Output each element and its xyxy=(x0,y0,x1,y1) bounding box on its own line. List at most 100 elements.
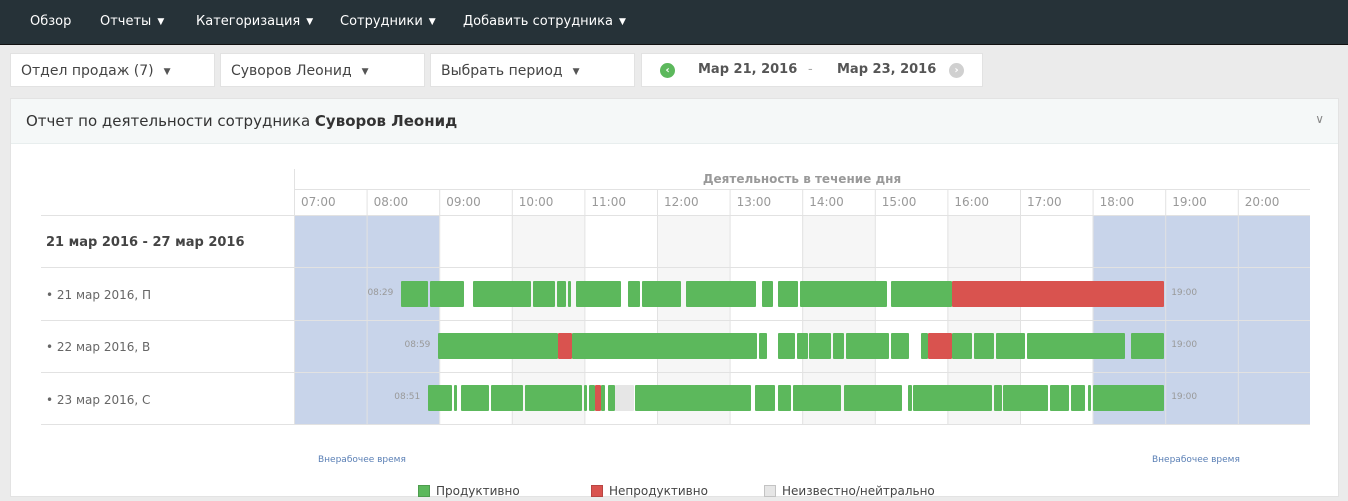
legend-swatch xyxy=(591,485,603,497)
unproductive-segment[interactable] xyxy=(557,333,573,359)
nav-employees[interactable]: Сотрудники ▼ xyxy=(340,0,436,44)
hour-label: 16:00 xyxy=(954,195,989,209)
arrow-left-icon[interactable]: ‹ xyxy=(660,63,675,78)
activity-timeline-chart: Деятельность в течение дня 21 мар 2016 -… xyxy=(41,169,1310,469)
productive-segment[interactable] xyxy=(920,333,928,359)
hour-label: 19:00 xyxy=(1172,195,1207,209)
productive-segment[interactable] xyxy=(1003,385,1049,411)
activity-report-panel: Отчет по деятельности сотрудника Суворов… xyxy=(10,98,1339,498)
unproductive-segment[interactable] xyxy=(927,333,953,359)
hour-label: 10:00 xyxy=(518,195,554,209)
productive-segment[interactable] xyxy=(952,333,973,359)
productive-segment[interactable] xyxy=(568,280,572,307)
caret-down-icon: ▼ xyxy=(163,67,171,77)
start-time-label: 08:29 xyxy=(367,287,394,298)
chevron-down-icon: ▼ xyxy=(157,17,165,27)
chevron-down-icon[interactable]: ∨ xyxy=(1315,112,1324,126)
productive-segment[interactable] xyxy=(490,385,523,411)
date-from[interactable]: Мар 21, 2016 xyxy=(698,54,797,86)
start-time-label: 08:59 xyxy=(404,340,431,350)
productive-segment[interactable] xyxy=(627,280,641,307)
productive-segment[interactable] xyxy=(428,385,452,411)
productive-segment[interactable] xyxy=(755,385,775,411)
productive-segment[interactable] xyxy=(761,280,774,307)
date-to[interactable]: Мар 23, 2016 xyxy=(837,54,936,86)
productive-segment[interactable] xyxy=(974,333,994,359)
productive-segment[interactable] xyxy=(890,280,953,307)
productive-segment[interactable] xyxy=(1092,385,1165,411)
timeline-grid xyxy=(41,169,1310,425)
productive-segment[interactable] xyxy=(890,333,909,359)
productive-segment[interactable] xyxy=(401,280,429,307)
nav-overview[interactable]: Обзор xyxy=(30,0,71,44)
productive-segment[interactable] xyxy=(777,280,798,307)
productive-segment[interactable] xyxy=(572,333,758,359)
unproductive-segment[interactable] xyxy=(952,280,1165,307)
hour-label: 18:00 xyxy=(1099,195,1135,209)
date-range-picker: ‹ Мар 21, 2016 - Мар 23, 2016 › xyxy=(641,53,983,87)
productive-segment[interactable] xyxy=(833,333,844,359)
neutral-segment[interactable] xyxy=(614,385,635,411)
hour-label: 15:00 xyxy=(881,195,917,209)
productive-segment[interactable] xyxy=(642,280,681,307)
productive-segment[interactable] xyxy=(460,385,489,411)
productive-segment[interactable] xyxy=(1087,385,1092,411)
productive-segment[interactable] xyxy=(524,385,583,411)
date-range-label: 21 мар 2016 - 27 мар 2016 xyxy=(46,235,245,250)
end-time-label: 19:00 xyxy=(1171,340,1198,350)
productive-segment[interactable] xyxy=(635,385,751,411)
panel-header[interactable]: Отчет по деятельности сотрудника Суворов… xyxy=(11,99,1338,144)
row-label-mon: • 21 мар 2016, П xyxy=(46,288,152,302)
productive-segment[interactable] xyxy=(1050,385,1070,411)
start-time-label: 08:51 xyxy=(394,392,421,402)
productive-segment[interactable] xyxy=(845,333,890,359)
productive-segment[interactable] xyxy=(800,280,888,307)
end-time-label: 19:00 xyxy=(1171,287,1198,298)
productive-segment[interactable] xyxy=(430,280,464,307)
period-dropdown[interactable]: Выбрать период ▼ xyxy=(430,53,635,87)
productive-segment[interactable] xyxy=(575,280,621,307)
caret-down-icon: ▼ xyxy=(361,67,369,77)
productive-segment[interactable] xyxy=(993,385,1002,411)
productive-segment[interactable] xyxy=(589,385,595,411)
productive-segment[interactable] xyxy=(913,385,993,411)
productive-segment[interactable] xyxy=(1131,333,1165,359)
department-dropdown[interactable]: Отдел продаж (7) ▼ xyxy=(10,53,215,87)
productive-segment[interactable] xyxy=(792,385,842,411)
productive-segment[interactable] xyxy=(1027,333,1126,359)
panel-title: Отчет по деятельности сотрудника Суворов… xyxy=(26,112,458,130)
productive-segment[interactable] xyxy=(797,333,808,359)
productive-segment[interactable] xyxy=(843,385,903,411)
hour-label: 20:00 xyxy=(1244,195,1280,209)
productive-segment[interactable] xyxy=(607,385,615,411)
productive-segment[interactable] xyxy=(908,385,912,411)
chevron-down-icon: ▼ xyxy=(428,17,436,27)
chevron-down-icon: ▼ xyxy=(618,17,626,27)
productive-segment[interactable] xyxy=(778,385,791,411)
productive-segment[interactable] xyxy=(556,280,567,307)
productive-segment[interactable] xyxy=(778,333,795,359)
productive-segment[interactable] xyxy=(686,280,757,307)
nav-categorization[interactable]: Категоризация ▼ xyxy=(196,0,313,44)
nav-reports[interactable]: Отчеты ▼ xyxy=(100,0,164,44)
legend-unproductive: Непродуктивно xyxy=(591,484,708,498)
hour-label: 11:00 xyxy=(591,195,626,209)
productive-segment[interactable] xyxy=(996,333,1026,359)
productive-segment[interactable] xyxy=(472,280,532,307)
top-navbar: Обзор Отчеты ▼ Категоризация ▼ Сотрудники ▼… xyxy=(0,0,1348,45)
hour-label: 09:00 xyxy=(446,195,481,209)
off-hours-label-left: Внерабочее время xyxy=(318,455,406,465)
productive-segment[interactable] xyxy=(759,333,768,359)
productive-segment[interactable] xyxy=(438,333,558,359)
productive-segment[interactable] xyxy=(584,385,588,411)
productive-segment[interactable] xyxy=(1070,385,1086,411)
arrow-right-icon[interactable]: › xyxy=(949,63,964,78)
employee-dropdown[interactable]: Суворов Леонид ▼ xyxy=(220,53,425,87)
productive-segment[interactable] xyxy=(601,385,606,411)
chevron-down-icon: ▼ xyxy=(306,17,314,27)
row-label-tue: • 22 мар 2016, В xyxy=(46,340,151,354)
nav-add-employee[interactable]: Добавить сотрудника ▼ xyxy=(463,0,626,44)
productive-segment[interactable] xyxy=(809,333,832,359)
productive-segment[interactable] xyxy=(532,280,556,307)
productive-segment[interactable] xyxy=(453,385,458,411)
